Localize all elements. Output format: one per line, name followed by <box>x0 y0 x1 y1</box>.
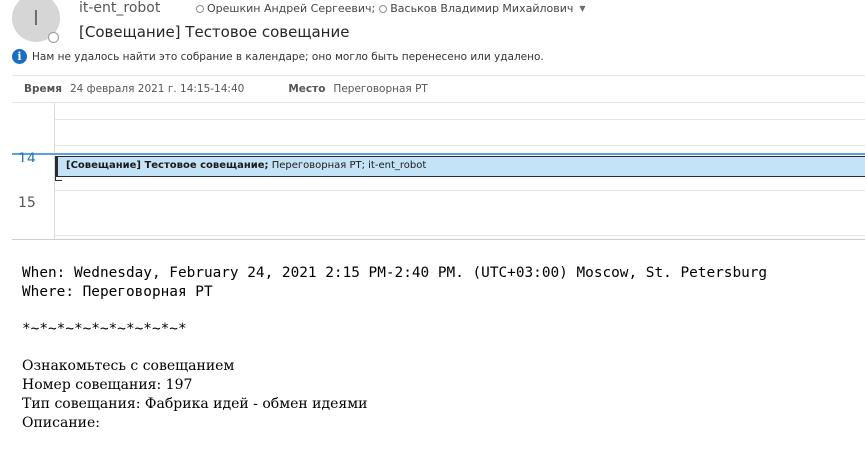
recipient-2-name: Васьков Владимир Михайлович <box>390 2 574 15</box>
calendar-hour-line <box>54 190 865 191</box>
body-where: Where: Переговорная PT <box>22 284 213 300</box>
meeting-details: Время 24 февраля 2021 г. 14:15-14:40 Мес… <box>24 82 428 96</box>
body-when: When: Wednesday, February 24, 2021 2:15 … <box>22 265 768 281</box>
event-notch <box>55 176 62 181</box>
calendar-slot-line <box>54 145 865 146</box>
calendar-slot-line <box>54 235 865 236</box>
body-line-description: Описание: <box>22 415 100 431</box>
calendar-preview: 14 [Совещание] Тестовое совещание; Перег… <box>12 103 865 240</box>
message-subject: [Совещание] Тестовое совещание <box>79 23 350 41</box>
location-label: Место <box>288 83 326 95</box>
calendar-event[interactable]: [Совещание] Тестовое совещание; Перегово… <box>55 156 865 177</box>
recipient-1[interactable]: Орешкин Андрей Сергеевич; <box>196 2 375 16</box>
chevron-down-icon[interactable]: ▼ <box>579 2 585 16</box>
calendar-slot-line <box>54 119 865 120</box>
time-label: Время <box>24 83 62 95</box>
recipient-list: Орешкин Андрей Сергеевич; Васьков Владим… <box>196 2 586 16</box>
calendar-hour-14: 14 <box>18 151 36 162</box>
info-bar: i Нам не удалось найти это собрание в ка… <box>12 49 544 64</box>
body-line-number: Номер совещания: 197 <box>22 377 193 393</box>
location-value: Переговорная PT <box>333 83 428 95</box>
header-divider <box>12 75 865 76</box>
calendar-bottom-border <box>12 239 865 240</box>
recipient-1-name: Орешкин Андрей Сергеевич; <box>207 2 376 15</box>
info-icon: i <box>12 49 27 64</box>
recipient-2[interactable]: Васьков Владимир Михайлович <box>379 2 573 16</box>
avatar-initial: I <box>33 6 39 30</box>
body-line-intro: Ознакомьтесь с совещанием <box>22 358 235 374</box>
event-details: Переговорная PT; it-ent_robot <box>268 160 427 171</box>
info-message: Нам не удалось найти это собрание в кале… <box>32 50 544 63</box>
presence-dot-icon <box>379 5 388 13</box>
event-title: [Совещание] Тестовое совещание; <box>66 160 269 171</box>
presence-status-icon <box>48 32 59 43</box>
body-separator: *~*~*~*~*~*~*~*~*~* <box>22 321 187 337</box>
sender-name[interactable]: it-ent_robot <box>79 0 160 16</box>
calendar-hour-15: 15 <box>18 195 36 211</box>
presence-dot-icon <box>196 5 204 13</box>
time-value: 24 февраля 2021 г. 14:15-14:40 <box>69 83 245 95</box>
body-line-type: Тип совещания: Фабрика идей - обмен идея… <box>22 396 368 412</box>
calendar-current-time-line <box>12 153 865 155</box>
